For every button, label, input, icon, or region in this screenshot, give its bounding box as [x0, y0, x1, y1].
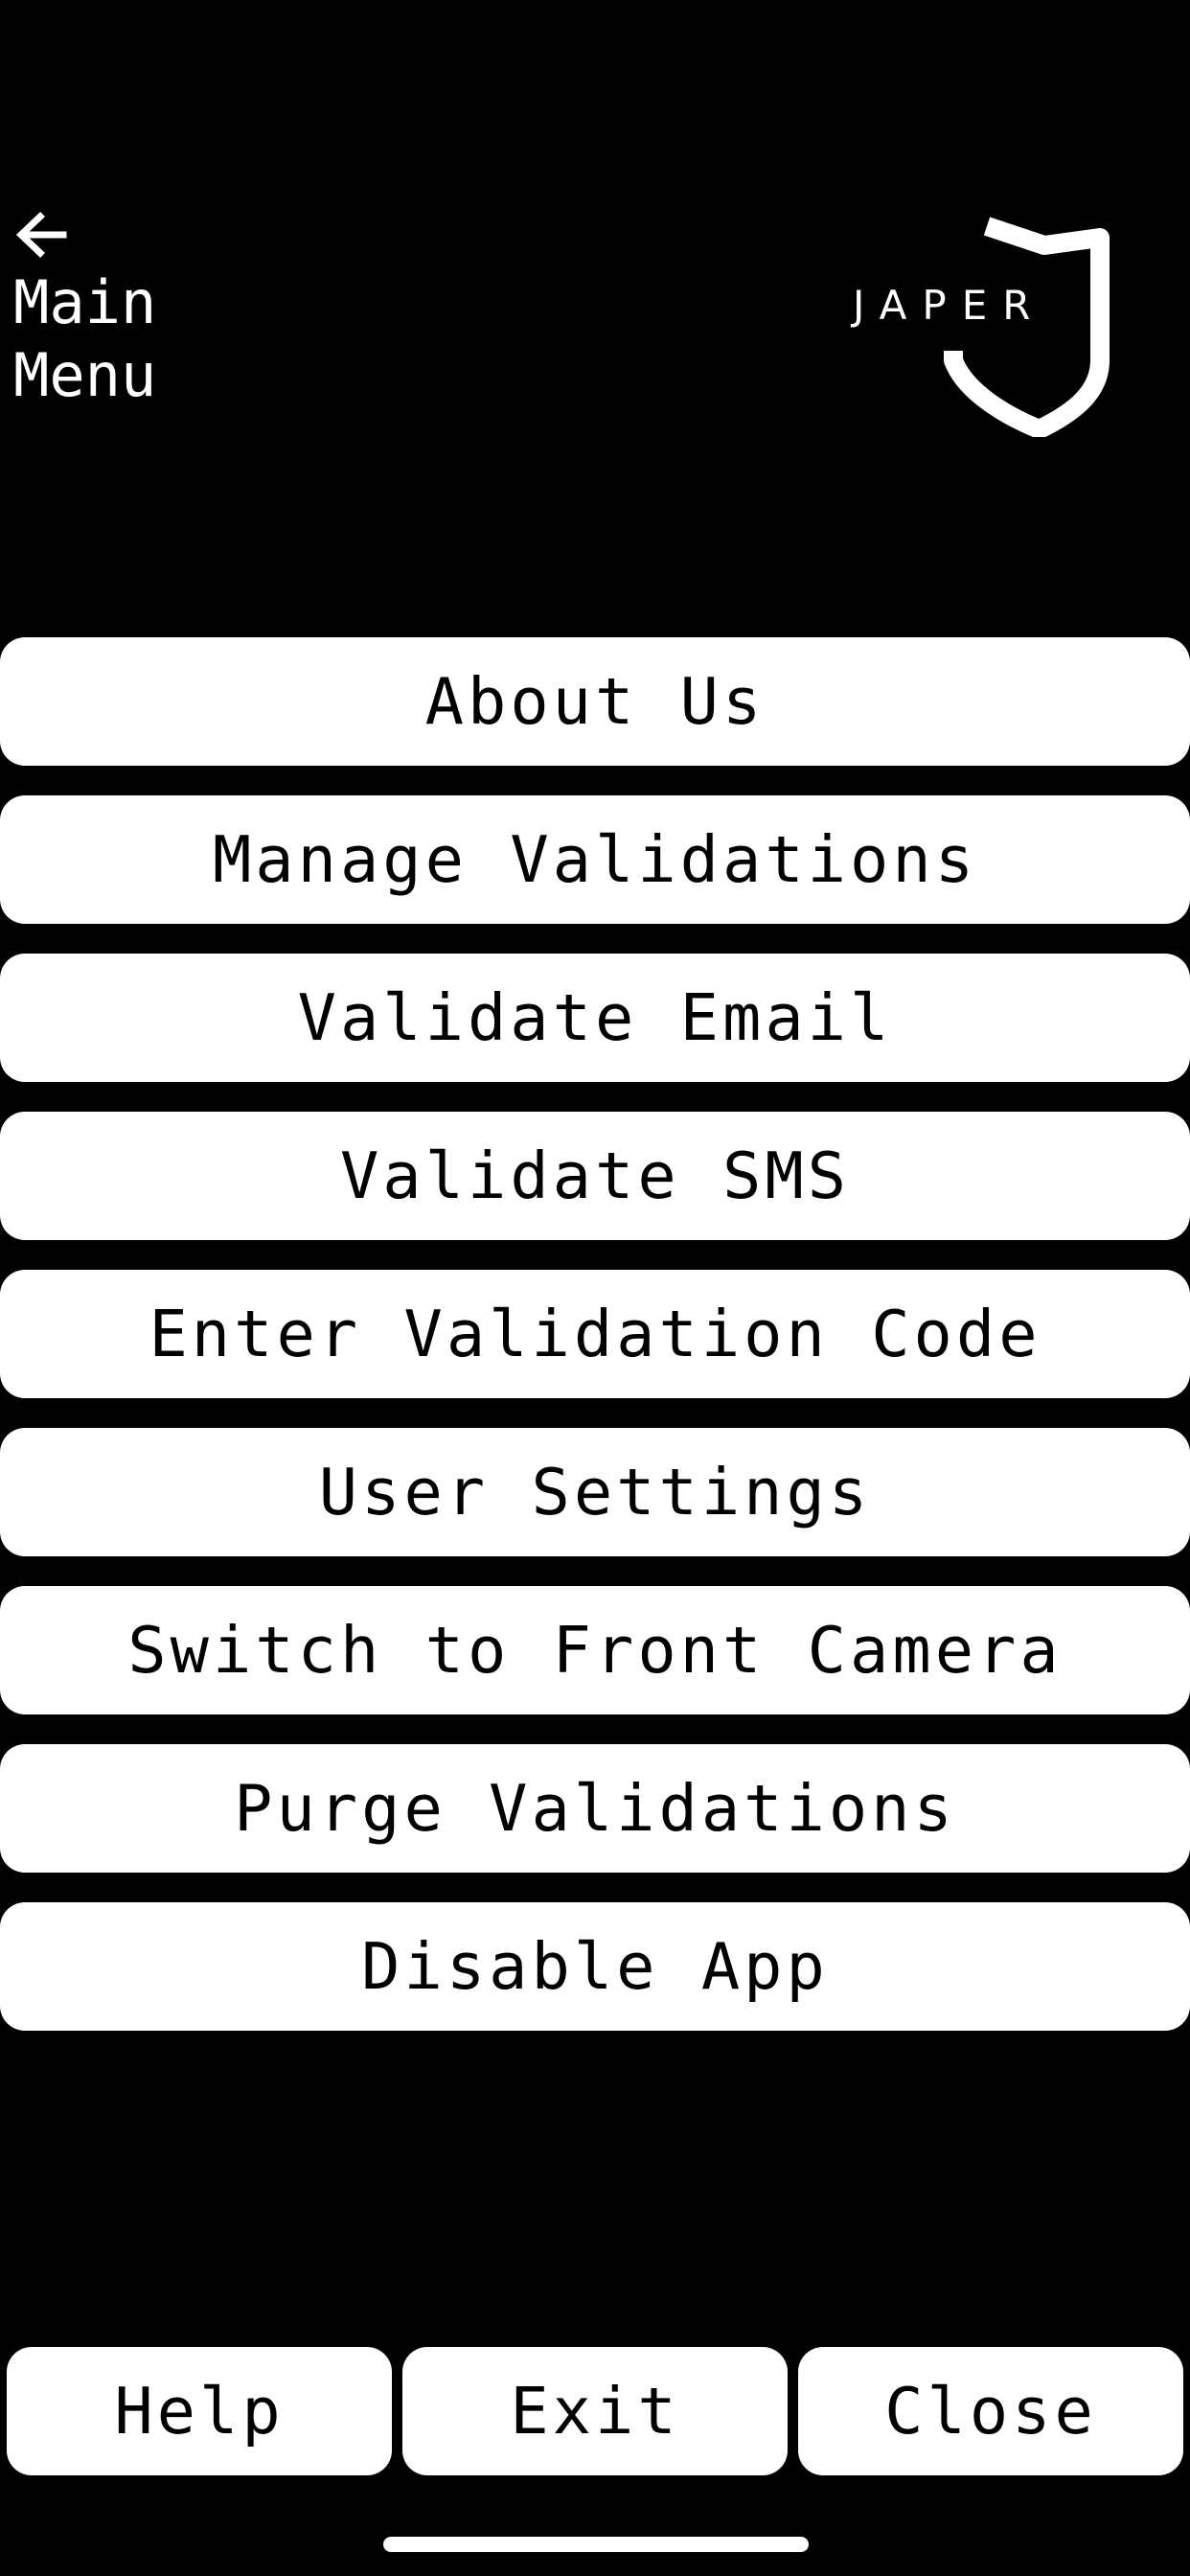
- enter-validation-code-button[interactable]: Enter Validation Code: [0, 1270, 1190, 1398]
- disable-app-button[interactable]: Disable App: [0, 1902, 1190, 2031]
- validate-sms-button[interactable]: Validate SMS: [0, 1112, 1190, 1240]
- back-label: Main Menu: [13, 267, 157, 410]
- close-button[interactable]: Close: [798, 2347, 1183, 2475]
- help-button[interactable]: Help: [7, 2347, 392, 2475]
- user-settings-button[interactable]: User Settings: [0, 1428, 1190, 1556]
- home-indicator[interactable]: [383, 2537, 809, 2552]
- exit-button[interactable]: Exit: [402, 2347, 788, 2475]
- back-to-main-menu-button[interactable]: Main Menu: [13, 211, 243, 412]
- about-us-button[interactable]: About Us: [0, 637, 1190, 766]
- japer-logo: JAPER: [853, 217, 1111, 437]
- main-menu-list: About Us Manage Validations Validate Ema…: [0, 637, 1190, 2060]
- validate-email-button[interactable]: Validate Email: [0, 954, 1190, 1082]
- purge-validations-button[interactable]: Purge Validations: [0, 1744, 1190, 1873]
- arrow-left-icon: [15, 212, 67, 258]
- footer-bar: Help Exit Close: [7, 2347, 1183, 2475]
- manage-validations-button[interactable]: Manage Validations: [0, 795, 1190, 924]
- switch-camera-button[interactable]: Switch to Front Camera: [0, 1586, 1190, 1714]
- logo-text: JAPER: [853, 282, 1046, 329]
